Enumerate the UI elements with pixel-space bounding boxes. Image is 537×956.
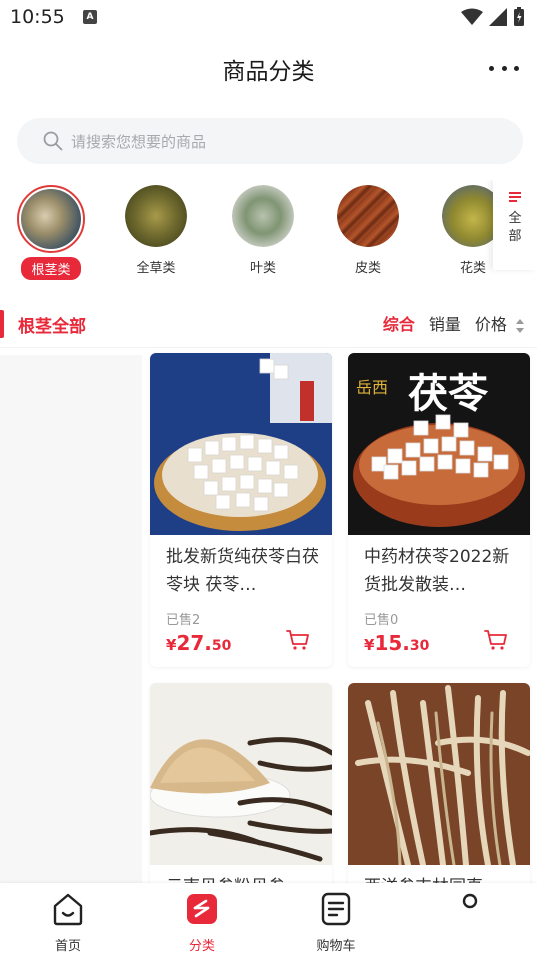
status-icons [461,7,525,27]
search-icon [43,131,63,151]
product-image-subtext: 岳西 [356,378,388,397]
category-strip: 根茎类 全草类 叶类 皮类 花类 全部 [0,180,537,285]
category-icon [187,894,217,924]
category-thumb [17,185,85,253]
sort-arrows-icon [516,318,524,333]
product-image [150,353,332,535]
search-input[interactable]: 请搜索您想要的商品 [17,118,523,164]
sort-price-button[interactable]: 价格 [475,311,525,335]
sort-price-label: 价格 [474,315,507,334]
sort-sales-button[interactable]: 销量 [429,311,461,335]
category-label: 叶类 [249,261,276,276]
product-price: ¥27.50 [166,631,231,655]
header: 商品分类 [0,36,537,100]
battery-icon [514,7,524,26]
list-icon [509,192,521,202]
page-title: 商品分类 [222,59,315,85]
tab-label: 分类 [188,939,215,954]
more-dot-icon [501,65,507,71]
all-categories-label: 全部 [508,211,522,244]
category-thumb [337,185,399,247]
tab-category[interactable]: 分类 [162,891,242,954]
profile-icon [462,893,478,909]
bottom-tab-bar: 首页 分类 购物车 [0,883,537,956]
product-title: 批发新货纯茯苓白茯苓块 茯苓… [166,547,319,595]
product-sold-count: 已售2 [166,613,201,628]
product-title: 中药材茯苓2022新货批发散装… [364,547,510,595]
more-options-button[interactable] [489,56,519,80]
ime-badge-icon: A [83,10,97,24]
category-item-whole-herb[interactable]: 全草类 [111,185,201,276]
product-card[interactable]: 批发新货纯茯苓白茯苓块 茯苓… 已售2 ¥27.50 [150,353,332,667]
more-dot-icon [489,65,494,71]
more-dot-icon [514,65,519,71]
price-symbol: ¥ [364,636,375,654]
section-accent-bar [0,310,4,338]
category-item-leaf[interactable]: 叶类 [218,185,308,276]
price-integer: 15. [374,631,410,655]
tab-profile[interactable] [430,891,510,935]
product-image-text: 茯苓 [408,370,489,417]
category-thumb [125,185,187,247]
product-card[interactable]: 茯苓 岳西 中药材茯苓2022新货批发散装… 已售0 ¥15.30 [348,353,530,667]
price-symbol: ¥ [166,636,177,654]
sidebar [0,355,142,885]
category-thumb [232,185,294,247]
product-image: 茯苓 岳西 [348,353,530,535]
category-item-rhizome[interactable]: 根茎类 [6,185,96,280]
category-item-bark[interactable]: 皮类 [323,185,413,276]
status-bar: 10:55 A [0,0,537,36]
category-label: 皮类 [354,261,381,276]
app-root: 10:55 A 商品分类 请搜索您想要的商品 根茎类 全草类 叶类 皮类 花类 … [0,0,537,956]
category-label: 根茎类 [21,257,81,280]
price-decimal: 30 [409,638,430,654]
product-image [348,683,530,865]
sort-comprehensive-button[interactable]: 综合 [383,311,415,335]
price-integer: 27. [176,631,212,655]
tab-home[interactable]: 首页 [28,891,108,954]
tab-cart[interactable]: 购物车 [296,891,376,954]
home-icon [53,893,83,926]
add-to-cart-icon[interactable] [484,629,508,651]
category-label: 全草类 [136,261,176,276]
search-placeholder: 请搜索您想要的商品 [71,132,207,151]
section-header: 根茎全部 综合 销量 价格 [0,300,537,348]
product-image [150,683,332,865]
tab-label: 首页 [54,939,81,954]
section-title: 根茎全部 [18,317,86,337]
tab-label: 购物车 [316,939,356,954]
product-price: ¥15.30 [364,631,429,655]
cart-icon [321,892,351,926]
category-label: 花类 [459,261,486,276]
sort-bar: 综合 销量 价格 [383,311,525,335]
status-time: 10:55 [10,6,65,28]
signal-icon [489,8,507,26]
all-categories-button[interactable]: 全部 [493,180,537,270]
add-to-cart-icon[interactable] [286,629,310,651]
price-decimal: 50 [211,638,232,654]
wifi-icon [461,8,483,25]
product-sold-count: 已售0 [364,613,399,628]
